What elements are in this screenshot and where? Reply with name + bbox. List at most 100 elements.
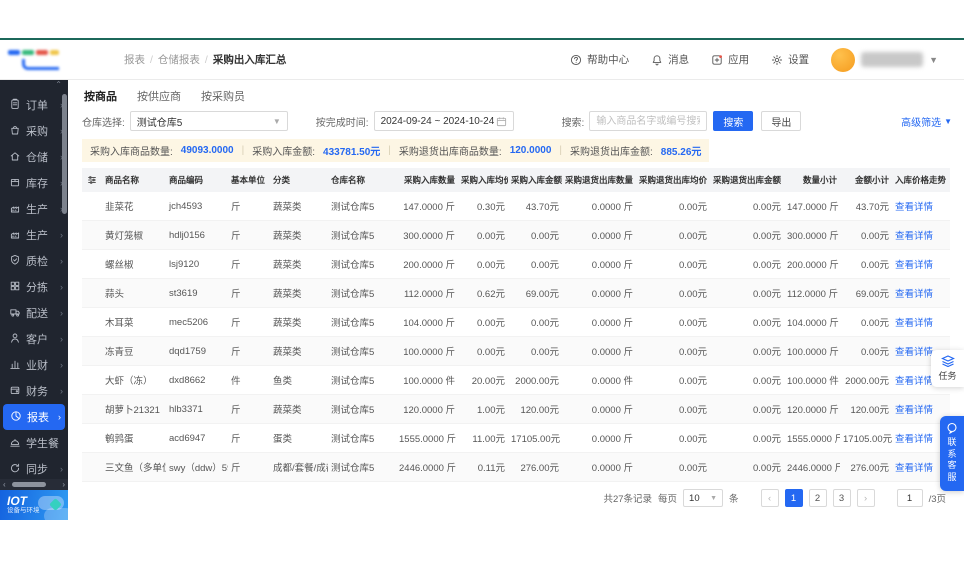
- sidebar-item-仓储[interactable]: 仓储›: [0, 144, 68, 170]
- header-action-3[interactable]: 设置: [771, 52, 809, 67]
- table-body: 韭菜花jch4593斤蔬菜类测试仓库5147.0000 斤0.30元43.70元…: [82, 192, 950, 482]
- scroll-right-icon[interactable]: ›: [62, 481, 65, 489]
- view-details-link[interactable]: 查看详情: [895, 231, 933, 242]
- view-details-link[interactable]: 查看详情: [895, 463, 933, 474]
- sidebar-item-生产[interactable]: 生产›: [0, 222, 68, 248]
- next-page-button[interactable]: ›: [857, 489, 875, 507]
- page-jump-input[interactable]: [897, 489, 923, 507]
- sidebar-item-分拣[interactable]: 分拣›: [0, 274, 68, 300]
- view-details-link[interactable]: 查看详情: [895, 318, 933, 329]
- cell-amount_total: 276.00元: [840, 453, 892, 482]
- sidebar-item-学生餐[interactable]: 学生餐: [0, 430, 68, 456]
- summary-value: 885.26元: [661, 143, 702, 158]
- view-details-link[interactable]: 查看详情: [895, 376, 933, 387]
- cell-unit: 斤: [228, 395, 270, 424]
- cell-amount_total: 120.00元: [840, 395, 892, 424]
- cell-ret_amount: 0.00元: [710, 453, 784, 482]
- cell-in_price: 0.11元: [458, 453, 508, 482]
- search-button[interactable]: 搜索: [713, 111, 753, 131]
- page-button-2[interactable]: 2: [809, 489, 827, 507]
- chevron-right-icon: ›: [58, 412, 61, 422]
- advanced-filter-toggle[interactable]: 高级筛选 ▼: [901, 114, 952, 129]
- cell-unit: 斤: [228, 424, 270, 453]
- sidebar-scroll-up-icon[interactable]: ⌃: [0, 80, 68, 90]
- cell-in_qty: 147.0000 斤: [396, 192, 458, 221]
- cell-warehouse: 测试仓库5: [328, 221, 396, 250]
- sidebar-item-业财[interactable]: 业财›: [0, 352, 68, 378]
- header-action-2[interactable]: 应用: [711, 52, 749, 67]
- sidebar-item-库存[interactable]: 库存›: [0, 170, 68, 196]
- avatar[interactable]: [831, 48, 855, 72]
- prev-page-button[interactable]: ‹: [761, 489, 779, 507]
- cell-in_amount: 2000.00元: [508, 366, 562, 395]
- sidebar-item-财务[interactable]: 财务›: [0, 378, 68, 404]
- table-row: 鹌鹑蛋acd6947斤蛋类测试仓库51555.0000 斤11.00元17105…: [82, 424, 950, 453]
- header-action-label: 消息: [668, 52, 689, 67]
- summary-divider: |: [559, 145, 562, 156]
- cell-code: hdlj0156: [166, 221, 228, 250]
- table-row: 黄灯笼椒hdlj0156斤蔬菜类测试仓库5300.0000 斤0.00元0.00…: [82, 221, 950, 250]
- column-header-4: 分类: [270, 168, 328, 192]
- scroll-left-icon[interactable]: ‹: [3, 481, 6, 489]
- tab-2[interactable]: 按供应商: [135, 86, 183, 106]
- scrollbar-track[interactable]: [8, 482, 61, 487]
- cell-in_price: 11.00元: [458, 424, 508, 453]
- column-settings-icon[interactable]: [87, 175, 97, 185]
- sidebar-item-配送[interactable]: 配送›: [0, 300, 68, 326]
- page-button-1[interactable]: 1: [785, 489, 803, 507]
- view-details-link[interactable]: 查看详情: [895, 434, 933, 445]
- per-page-value: 10: [689, 493, 700, 504]
- sidebar-item-报表-active[interactable]: 报表›: [3, 404, 65, 430]
- row-icon-cell: [82, 221, 102, 250]
- view-details-link[interactable]: 查看详情: [895, 347, 933, 358]
- breadcrumb-reports[interactable]: 报表: [124, 52, 145, 67]
- cell-in_qty: 1555.0000 斤: [396, 424, 458, 453]
- date-range-input[interactable]: 2024-09-24 ~ 2024-10-24: [374, 111, 514, 131]
- search-input[interactable]: [589, 111, 707, 131]
- sidebar-item-订单[interactable]: 订单›: [0, 92, 68, 118]
- chat-icon: [946, 422, 958, 434]
- cell-unit: 件: [228, 366, 270, 395]
- cell-code: hlb3371: [166, 395, 228, 424]
- user-menu[interactable]: ▼: [831, 48, 938, 72]
- header-action-1[interactable]: 消息: [651, 52, 689, 67]
- per-page-select[interactable]: 10 ▼: [683, 489, 723, 507]
- column-header-12: 数量小计: [784, 168, 840, 192]
- cell-name: 螺丝椒: [102, 250, 166, 279]
- sidebar-item-客户[interactable]: 客户›: [0, 326, 68, 352]
- cell-name: 蒜头: [102, 279, 166, 308]
- tab-1[interactable]: 按商品: [82, 86, 119, 106]
- view-details-link[interactable]: 查看详情: [895, 260, 933, 271]
- warehouse-select[interactable]: 测试仓库5 ▼: [130, 111, 288, 131]
- breadcrumb-warehouse-reports[interactable]: 仓储报表: [158, 52, 200, 67]
- top-whitespace: [0, 0, 964, 38]
- scrollbar-thumb[interactable]: [12, 482, 46, 487]
- tab-3[interactable]: 按采购员: [199, 86, 247, 106]
- header-action-0[interactable]: 帮助中心: [570, 52, 629, 67]
- sidebar-item-同步[interactable]: 同步›: [0, 456, 68, 479]
- cell-code: jch4593: [166, 192, 228, 221]
- sidebar-vertical-scrollbar[interactable]: [62, 94, 67, 214]
- tasks-float-button[interactable]: 任务: [931, 350, 964, 387]
- summary-divider: |: [242, 145, 245, 156]
- view-details-link[interactable]: 查看详情: [895, 202, 933, 213]
- breadcrumb: 报表 / 仓储报表 / 采购出入库汇总: [124, 52, 286, 67]
- cell-qty_total: 104.0000 斤: [784, 308, 840, 337]
- view-details-link[interactable]: 查看详情: [895, 289, 933, 300]
- summary-divider: |: [388, 145, 391, 156]
- box-icon: [9, 176, 21, 191]
- iot-banner[interactable]: IOT 设备与环境: [0, 490, 68, 520]
- sidebar-item-采购[interactable]: 采购›: [0, 118, 68, 144]
- column-settings-header[interactable]: [82, 168, 102, 192]
- sidebar-item-生产[interactable]: 生产›: [0, 196, 68, 222]
- export-button[interactable]: 导出: [761, 111, 801, 131]
- cell-in_amount: 0.00元: [508, 250, 562, 279]
- cell-qty_total: 100.0000 斤: [784, 337, 840, 366]
- screen: 报表 / 仓储报表 / 采购出入库汇总 帮助中心 消息 应用 设置 ▼ ⌃ 订单›采购…: [0, 0, 964, 565]
- view-details-link[interactable]: 查看详情: [895, 405, 933, 416]
- customer-service-float-button[interactable]: 联系客服: [940, 416, 964, 491]
- sidebar-item-质检[interactable]: 质检›: [0, 248, 68, 274]
- cell-ret_amount: 0.00元: [710, 192, 784, 221]
- cell-ret_price: 0.00元: [636, 453, 710, 482]
- page-button-3[interactable]: 3: [833, 489, 851, 507]
